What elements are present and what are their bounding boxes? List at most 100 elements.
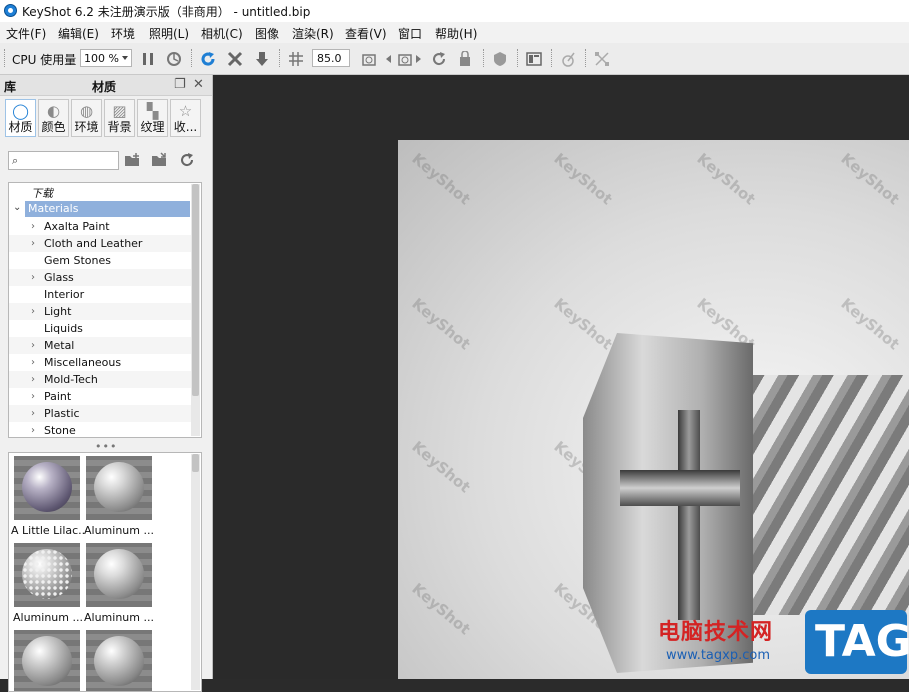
tree-item[interactable]: › Glass (9, 269, 191, 286)
keyshot-logo-icon (4, 4, 17, 17)
tree-item-label: Axalta Paint (44, 220, 110, 233)
screw-shaft (753, 375, 909, 615)
tree-item[interactable]: › Stone (9, 422, 191, 437)
tab-label: 颜色 (41, 120, 66, 134)
chevron-right-icon: › (31, 357, 35, 368)
grid-icon[interactable] (287, 50, 305, 68)
menu-edit[interactable]: 编辑(E) (58, 25, 99, 42)
title-bar: KeyShot 6.2 未注册演示版（非商用） - untitled.bip (0, 0, 909, 22)
toolbar-separator (517, 49, 521, 67)
menu-window[interactable]: 窗口 (398, 25, 422, 42)
tab-materials[interactable]: ◯ 材质 (5, 99, 36, 137)
window-title: KeyShot 6.2 未注册演示版（非商用） - untitled.bip (22, 5, 311, 19)
paint-icon[interactable] (559, 50, 577, 68)
add-folder-icon[interactable] (123, 152, 143, 170)
chevron-right-icon: › (31, 425, 35, 436)
tree-item[interactable]: › Paint (9, 388, 191, 405)
arrow-left-icon[interactable] (384, 50, 394, 68)
menu-image[interactable]: 图像 (255, 25, 279, 42)
tree-item[interactable]: › Miscellaneous (9, 354, 191, 371)
tree-item-label: Glass (44, 271, 74, 284)
refresh-icon[interactable] (199, 50, 217, 68)
chevron-down-icon[interactable]: ⌄ (13, 202, 21, 213)
render-image[interactable]: KeyShot KeyShot KeyShot KeyShot KeyShot … (398, 140, 909, 679)
material-name: Aluminum ... (84, 611, 154, 624)
chevron-right-icon: › (31, 238, 35, 249)
menu-lighting[interactable]: 照明(L) (149, 25, 189, 42)
zoom-select[interactable]: 100 % (80, 49, 132, 67)
performance-mode-icon[interactable] (165, 50, 183, 68)
camera-icon[interactable] (396, 50, 414, 68)
tree-item[interactable]: › Cloth and Leather (9, 235, 191, 252)
scrollbar-thumb[interactable] (192, 184, 199, 396)
float-panel-icon[interactable]: ❐ (174, 77, 186, 92)
material-ball (94, 462, 144, 512)
site-watermark-badge: 电脑技术网 www.tagxp.com TAG (658, 610, 909, 678)
material-ball (22, 549, 72, 599)
material-ball (22, 462, 72, 512)
reset-camera-icon[interactable] (430, 50, 448, 68)
brand-url: www.tagxp.com (666, 648, 770, 663)
tree-item[interactable]: › Mold-Tech (9, 371, 191, 388)
tab-colors[interactable]: ◐ 颜色 (38, 99, 69, 137)
tab-backplates[interactable]: ▨ 背景 (104, 99, 135, 137)
menu-help[interactable]: 帮助(H) (435, 25, 477, 42)
menu-environment[interactable]: 环境 (111, 25, 135, 42)
tree-item-label: Light (44, 305, 72, 318)
render-viewport[interactable]: KeyShot KeyShot KeyShot KeyShot KeyShot … (213, 75, 909, 679)
tree-item[interactable]: › Metal (9, 337, 191, 354)
toolbar-separator (585, 49, 589, 67)
transform-icon[interactable] (593, 50, 611, 68)
tab-textures[interactable]: ▚ 纹理 (137, 99, 168, 137)
tree-item-label: Gem Stones (44, 254, 111, 267)
presentation-icon[interactable] (525, 50, 543, 68)
tree-item[interactable]: › Light (9, 303, 191, 320)
tab-favorites[interactable]: ☆ 收... (170, 99, 201, 137)
chevron-right-icon: › (31, 374, 35, 385)
toolbar-grip[interactable] (4, 49, 8, 67)
value-input[interactable]: 85.0 (312, 49, 350, 67)
tree-scrollbar[interactable] (191, 184, 200, 436)
fit-view-icon[interactable] (226, 50, 244, 68)
lock-camera-icon[interactable] (457, 50, 475, 68)
library-panel: 库 材质 ❐ ✕ ◯ 材质 ◐ 颜色 ◍ 环境 ▨ 背景 ▚ 纹理 ☆ 收...… (0, 75, 213, 692)
screenshot-icon[interactable] (360, 50, 378, 68)
material-tree: 下载 ⌄ Materials › Axalta Paint › Cloth and … (8, 182, 202, 438)
tree-item[interactable]: Interior (9, 286, 191, 303)
search-input[interactable]: ⌕ (8, 151, 119, 170)
close-icon[interactable]: ✕ (193, 77, 204, 92)
color-icon: ◐ (46, 102, 61, 120)
arrow-right-icon[interactable] (414, 50, 424, 68)
thumbnail-scrollbar[interactable] (191, 454, 200, 690)
tree-item-materials[interactable]: Materials (25, 201, 190, 217)
import-folder-icon[interactable] (150, 152, 170, 170)
tree-item[interactable]: › Plastic (9, 405, 191, 422)
menu-camera[interactable]: 相机(C) (201, 25, 243, 42)
globe-icon: ◍ (79, 102, 94, 120)
shield-icon[interactable] (491, 50, 509, 68)
material-name: Aluminum ... (13, 611, 83, 624)
tree-item[interactable]: Liquids (9, 320, 191, 337)
menu-view[interactable]: 查看(V) (345, 25, 387, 42)
tree-item[interactable]: Gem Stones (9, 252, 191, 269)
chevron-down-icon (122, 56, 128, 60)
pause-icon[interactable] (139, 50, 157, 68)
material-name: A Little Lilac... (11, 524, 85, 537)
tree-item-label: Paint (44, 390, 72, 403)
library-label: 库 (4, 80, 17, 94)
menu-file[interactable]: 文件(F) (6, 25, 46, 42)
tree-item-label: Plastic (44, 407, 80, 420)
toolbar-separator (191, 49, 195, 67)
refresh-library-icon[interactable] (177, 152, 197, 170)
tree-item-downloads[interactable]: 下载 (31, 185, 53, 201)
scrollbar-thumb[interactable] (192, 454, 199, 472)
drop-to-ground-icon[interactable] (253, 50, 271, 68)
zoom-value: 100 % (84, 52, 119, 65)
menu-render[interactable]: 渲染(R) (292, 25, 334, 42)
tree-item[interactable]: › Axalta Paint (9, 218, 191, 235)
chevron-right-icon: › (31, 408, 35, 419)
material-preview (14, 543, 80, 607)
tab-environments[interactable]: ◍ 环境 (71, 99, 102, 137)
star-icon: ☆ (178, 102, 193, 120)
material-ball (94, 549, 144, 599)
